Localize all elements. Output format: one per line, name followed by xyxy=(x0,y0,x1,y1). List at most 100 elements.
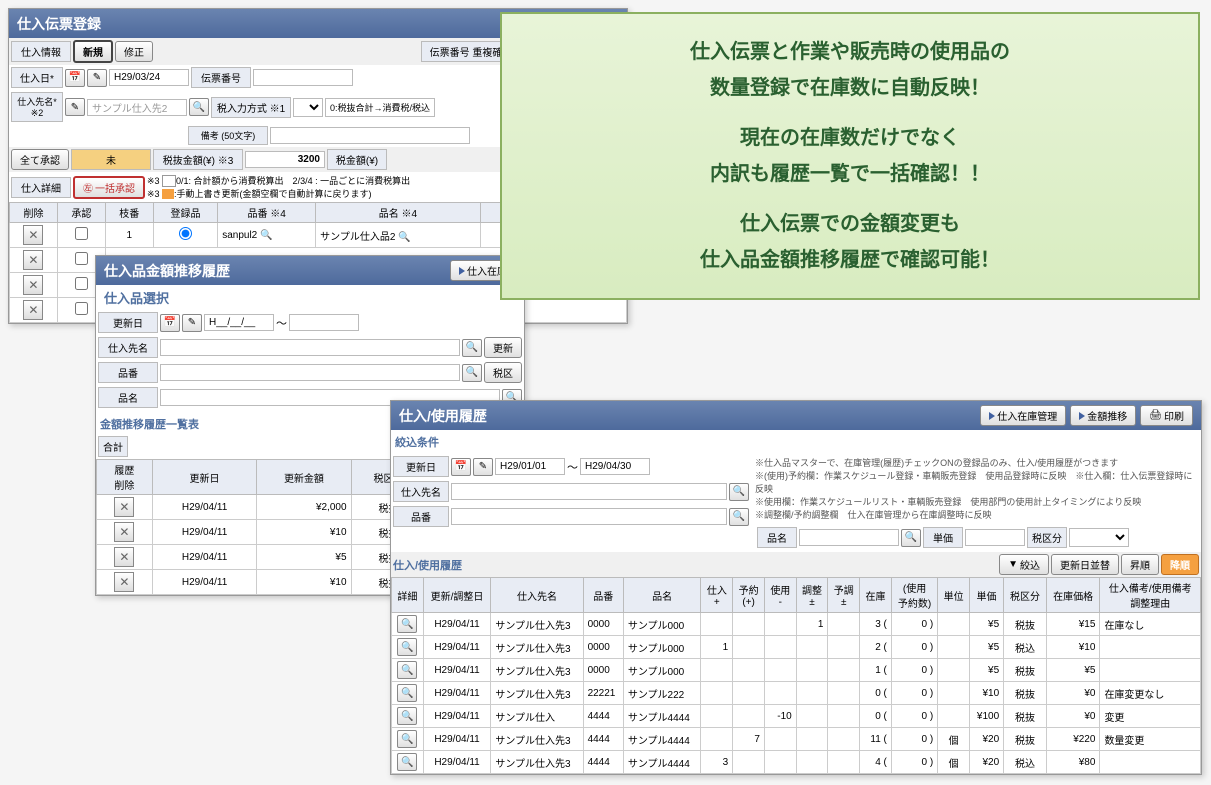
name-input-3[interactable] xyxy=(799,529,899,546)
search-code-icon[interactable]: 🔍 xyxy=(260,230,272,241)
detail-icon[interactable]: 🔍 xyxy=(397,638,417,656)
search-name-3[interactable]: 🔍 xyxy=(901,529,921,547)
usage-row[interactable]: 🔍 H29/04/11サンプル仕入先30000 サンプル0001 2 (0 ) … xyxy=(392,636,1201,659)
tax-select[interactable]: 0 xyxy=(293,98,323,117)
tax-button[interactable]: 税区 xyxy=(484,362,522,383)
ucol-in: 仕入 + xyxy=(701,578,733,613)
del-hist-4[interactable]: ✕ xyxy=(114,572,134,592)
date-from-3[interactable] xyxy=(495,458,565,475)
supplier-input-3[interactable] xyxy=(451,483,727,500)
detail-icon[interactable]: 🔍 xyxy=(397,684,417,702)
approve-checkbox-4[interactable] xyxy=(75,302,88,315)
search-icon[interactable]: 🔍 xyxy=(189,98,209,116)
print-button[interactable]: 🖨 印刷 xyxy=(1140,405,1193,426)
supplier-input[interactable] xyxy=(87,99,187,116)
amt-hist-button[interactable]: 金額推移 xyxy=(1070,405,1136,426)
usage-row[interactable]: 🔍 H29/04/11サンプル仕入先30000 サンプル000 1 (0 ) ¥… xyxy=(392,659,1201,682)
approve-checkbox-3[interactable] xyxy=(75,277,88,290)
filter-header: 絞込条件 xyxy=(391,430,1201,454)
ucol-sup: 仕入先名 xyxy=(491,578,583,613)
note-4: ※調整欄/予約調整欄 仕入在庫管理から在庫調整時に反映 xyxy=(755,508,1197,521)
search-code-icon-2[interactable]: 🔍 xyxy=(462,364,482,382)
date-from-input[interactable] xyxy=(204,314,274,331)
ucol-rs: (使用 予約数) xyxy=(891,578,937,613)
ucol-adj: 調整 ± xyxy=(796,578,828,613)
slip-no-input[interactable] xyxy=(253,69,353,86)
sort-button[interactable]: 更新日並替 xyxy=(1051,554,1119,575)
stock-mgmt-button[interactable]: 仕入在庫管理 xyxy=(980,405,1066,426)
col-branch: 枝番 xyxy=(105,203,153,223)
ucol-use: 使用 - xyxy=(764,578,796,613)
price-input-3[interactable] xyxy=(965,529,1025,546)
win3-title: 仕入/使用履歴 xyxy=(399,406,487,426)
ucol-radj: 予調 ± xyxy=(828,578,860,613)
delete-button-3[interactable]: ✕ xyxy=(23,275,43,295)
date-input[interactable] xyxy=(109,69,189,86)
pencil-icon-3[interactable]: ✎ xyxy=(182,314,202,332)
pencil-icon[interactable]: ✎ xyxy=(87,69,107,87)
tax-label-3: 税区分 xyxy=(1027,527,1067,548)
search-name-icon[interactable]: 🔍 xyxy=(398,232,410,243)
usage-row[interactable]: 🔍 H29/04/11サンプル仕入4444 サンプル4444 -10 0 (0 … xyxy=(392,705,1201,728)
pencil-icon-4[interactable]: ✎ xyxy=(473,458,493,476)
edit-button[interactable]: 修正 xyxy=(115,41,153,62)
batch-approve-button[interactable]: ㊧ 一括承認 xyxy=(73,176,145,199)
ucol-rsv: 予約 (+) xyxy=(733,578,765,613)
overlay-line-2: 数量登録で在庫数に自動反映！ xyxy=(532,70,1168,106)
detail-icon[interactable]: 🔍 xyxy=(397,707,417,725)
usage-row[interactable]: 🔍 H29/04/11サンプル仕入先34444 サンプル44443 4 (0 )… xyxy=(392,751,1201,774)
detail-icon[interactable]: 🔍 xyxy=(397,615,417,633)
tax-excl-value: 3200 xyxy=(245,151,325,168)
win1-title: 仕入伝票登録 xyxy=(17,14,101,34)
supplier-input-2[interactable] xyxy=(160,339,460,356)
del-hist-2[interactable]: ✕ xyxy=(114,522,134,542)
delete-button-4[interactable]: ✕ xyxy=(23,300,43,320)
pending-label: 未 xyxy=(71,149,151,170)
filter-button[interactable]: ▼ 絞込 xyxy=(999,554,1049,575)
search-code-3[interactable]: 🔍 xyxy=(729,508,749,526)
win2-titlebar: 仕入品金額推移履歴 仕入在庫 xyxy=(96,256,524,285)
asc-button[interactable]: 昇順 xyxy=(1121,554,1159,575)
new-button[interactable]: 新規 xyxy=(73,40,113,63)
usage-row[interactable]: 🔍 H29/04/11サンプル仕入先30000 サンプル000 1 3 (0 )… xyxy=(392,613,1201,636)
approve-checkbox-2[interactable] xyxy=(75,252,88,265)
date-to-3[interactable] xyxy=(580,458,650,475)
col-name: 品名 ※4 xyxy=(316,203,480,223)
code-input[interactable] xyxy=(160,364,460,381)
remarks-input[interactable] xyxy=(270,127,470,144)
hcol-del: 履歴 削除 xyxy=(97,460,153,495)
col-approve: 承認 xyxy=(57,203,105,223)
search-supplier-3[interactable]: 🔍 xyxy=(729,483,749,501)
search-supplier-icon[interactable]: 🔍 xyxy=(462,339,482,357)
date-label: 仕入日* xyxy=(11,67,63,88)
detail-icon[interactable]: 🔍 xyxy=(397,753,417,771)
date-to-input[interactable] xyxy=(289,314,359,331)
calendar-icon-2[interactable]: 📅 xyxy=(160,314,180,332)
calendar-icon-3[interactable]: 📅 xyxy=(451,458,471,476)
code-input-3[interactable] xyxy=(451,508,727,525)
approve-all-button[interactable]: 全て承認 xyxy=(11,149,69,170)
delete-button-2[interactable]: ✕ xyxy=(23,250,43,270)
refresh-button[interactable]: 更新 xyxy=(484,337,522,358)
delete-button[interactable]: ✕ xyxy=(23,225,43,245)
calendar-icon[interactable]: 📅 xyxy=(65,69,85,87)
detail-header: 仕入詳細 xyxy=(11,177,71,198)
tax-excl-label: 税抜金額(¥) ※3 xyxy=(153,149,243,170)
usage-row[interactable]: 🔍 H29/04/11サンプル仕入先322221 サンプル222 0 (0 ) … xyxy=(392,682,1201,705)
note-1: ※仕入品マスターで、在庫管理(履歴)チェックONの登録品のみ、仕入/使用履歴がつ… xyxy=(755,456,1197,469)
overlay-line-1: 仕入伝票と作業や販売時の使用品の xyxy=(532,34,1168,70)
reg-radio[interactable] xyxy=(179,227,192,240)
info-overlay: 仕入伝票と作業や販売時の使用品の 数量登録で在庫数に自動反映！ 現在の在庫数だけ… xyxy=(500,12,1200,300)
desc-button[interactable]: 降順 xyxy=(1161,554,1199,575)
tax-select-3[interactable] xyxy=(1069,528,1129,547)
del-hist-3[interactable]: ✕ xyxy=(114,547,134,567)
note-2: ※(使用)予約欄：作業スケジュール登録・車輌販売登録 使用品登録時に反映 ※仕入… xyxy=(755,469,1197,495)
detail-icon[interactable]: 🔍 xyxy=(397,661,417,679)
win2-title: 仕入品金額推移履歴 xyxy=(104,261,230,281)
detail-icon[interactable]: 🔍 xyxy=(397,730,417,748)
del-hist-1[interactable]: ✕ xyxy=(114,497,134,517)
approve-checkbox[interactable] xyxy=(75,227,88,240)
usage-row[interactable]: 🔍 H29/04/11サンプル仕入先34444 サンプル44447 11 (0 … xyxy=(392,728,1201,751)
col-code: 品番 ※4 xyxy=(218,203,316,223)
pencil-icon-2[interactable]: ✎ xyxy=(65,98,85,116)
